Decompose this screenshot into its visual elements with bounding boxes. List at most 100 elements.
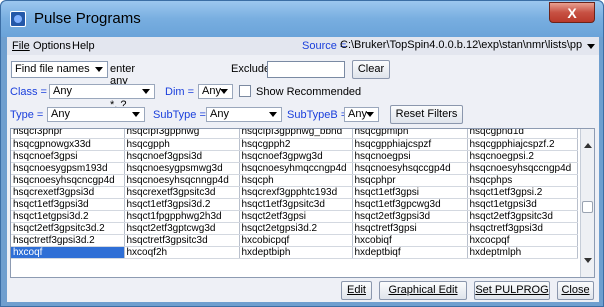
subtypeb-label: SubTypeB = — [287, 109, 348, 121]
table-row: hsqcrexetf3gpsi3d hsqcrexetf3gpsitc3d hsqc… — [11, 186, 578, 199]
table-row: hsqct2etf3gpsitc3d.2 hsqct2etf3gptcwg3d hs… — [11, 222, 578, 235]
chevron-down-icon — [220, 89, 228, 94]
subtype-label: SubType = — [153, 109, 206, 121]
pulse-program-cell[interactable]: hsqcnoesyhsqccngp4d — [467, 162, 578, 175]
show-recommended-checkbox[interactable] — [239, 85, 251, 97]
type-select[interactable]: Any — [47, 107, 145, 122]
chevron-down-icon — [95, 67, 103, 72]
scroll-up-icon[interactable] — [584, 143, 592, 148]
menu-options[interactable]: Options — [33, 40, 71, 52]
pulse-program-cell[interactable]: hsqcrexetf3gpsitc3d — [124, 186, 240, 199]
chevron-down-icon — [132, 112, 140, 117]
source-dropdown[interactable]: C:\Bruker\TopSpin4.0.0.b.12\exp\stan\nmr… — [340, 39, 597, 53]
class-select[interactable]: Any — [49, 84, 155, 99]
pulse-program-cell[interactable]: hsqct1fpgpphwg2h3d — [124, 210, 240, 223]
pulse-program-cell[interactable]: hsqct1etf3gpcwg3d — [352, 198, 468, 211]
pulse-program-cell[interactable]: hxcocpqf — [467, 234, 578, 247]
pulse-program-cell[interactable]: hsqcnoef3gpsi3d — [124, 150, 240, 163]
pulse-program-cell[interactable]: hsqcrexf3gpphtc193d — [239, 186, 353, 199]
class-value: Any — [53, 85, 72, 97]
pulse-programs-window: Pulse Programs X File Options Help Sourc… — [0, 0, 604, 307]
find-mode-dropdown[interactable]: Find file names — [11, 61, 108, 78]
pulse-program-cell[interactable]: hsqcnoesyhmqccngp4d — [239, 162, 353, 175]
reset-filters-button[interactable]: Reset Filters — [390, 105, 463, 124]
type-label: Type = — [10, 109, 44, 121]
pulse-program-cell[interactable]: hsqct2etgpsi3d.2 — [239, 222, 353, 235]
pulse-program-cell[interactable]: hsqcnoegpsi.2 — [467, 150, 578, 163]
set-pulprog-button[interactable]: Set PULPROG — [474, 281, 550, 300]
pulse-program-cell[interactable]: hsqct1etgpsi3d.2 — [11, 210, 125, 223]
pulse-program-cell[interactable]: hsqcfpf3gpphwg — [124, 129, 240, 139]
pulse-program-cell[interactable]: hsqcnoef3gpsi — [11, 150, 125, 163]
pulse-program-cell[interactable]: hsqcgpnowgx33d — [11, 138, 125, 151]
pulse-program-cell[interactable]: hsqcf3phpr — [11, 129, 125, 139]
edit-button[interactable]: Edit — [341, 281, 372, 300]
pulse-program-cell[interactable]: hxcoqf2h — [124, 246, 240, 259]
pulse-program-cell[interactable]: hxdeptmlph — [467, 246, 578, 259]
menu-bar: File Options Help Source = C:\Bruker\Top… — [7, 37, 599, 55]
pulse-program-cell[interactable]: hsqct2etf3gpsitc3d.2 — [11, 222, 125, 235]
graphical-edit-button[interactable]: Graphical Edit — [379, 281, 467, 300]
menu-file[interactable]: File — [12, 40, 30, 52]
menu-help[interactable]: Help — [72, 40, 95, 52]
pulse-program-cell[interactable]: hxdeptbiqf — [352, 246, 468, 259]
pulse-program-cell[interactable]: hsqcnoef3gpwg3d — [239, 150, 353, 163]
pulse-program-cell[interactable]: hxdeptbiph — [239, 246, 353, 259]
pulse-program-cell[interactable]: hsqct1etgpsi3d — [467, 198, 578, 211]
pulse-program-cell[interactable]: hsqct2etf3gpsi — [239, 210, 353, 223]
pulse-program-cell[interactable]: hsqcnoegpsi — [352, 150, 468, 163]
scroll-down-icon[interactable] — [584, 258, 592, 263]
close-icon: X — [567, 5, 577, 21]
action-bar: Edit Graphical Edit Set PULPROG Close — [7, 280, 599, 302]
pulse-program-cell[interactable]: hsqcgpnd1d — [467, 129, 578, 139]
pulse-program-cell[interactable]: hxcobicpqf — [239, 234, 353, 247]
pulse-program-cell[interactable]: hsqctretf3gpsi3d — [467, 222, 578, 235]
dim-label: Dim = — [165, 86, 195, 98]
pulse-program-cell[interactable]: hsqct1etf3gpsi3d — [11, 198, 125, 211]
pulse-program-cell[interactable]: hsqcnoesyhsqcnngp4d — [124, 174, 240, 187]
pulse-program-cell[interactable]: hsqct1etf3gpsitc3d — [239, 198, 353, 211]
dim-select[interactable]: Any — [198, 84, 233, 99]
pulse-program-cell[interactable]: hsqcgpmlph — [352, 129, 468, 139]
pulse-program-cell[interactable]: hsqcnoesyhsqcncgp4d — [11, 174, 125, 187]
subtypeb-select[interactable]: Any — [344, 107, 379, 122]
table-row: hxcoqf hxcoqf2h hxdeptbiph hxdeptbiqf hxdept… — [11, 246, 578, 259]
pulse-program-cell[interactable]: hsqcgpphiajcspzf — [352, 138, 468, 151]
scroll-thumb[interactable] — [582, 201, 593, 213]
pulse-program-cell[interactable]: hsqct2etf3gptcwg3d — [124, 222, 240, 235]
pulse-program-cell[interactable]: hsqcgpphiajcspzf.2 — [467, 138, 578, 151]
pulse-program-cell[interactable]: hsqctretf3gpsi3d.2 — [11, 234, 125, 247]
pulse-program-cell[interactable]: hsqcphpr — [352, 174, 468, 187]
title-bar[interactable]: Pulse Programs X — [1, 1, 603, 37]
exclude-input[interactable] — [267, 61, 345, 78]
type-value: Any — [51, 108, 70, 120]
pulse-program-cell[interactable]: hsqct1etf3gpsi.2 — [467, 186, 578, 199]
pulse-program-cell[interactable]: hxcoqf — [11, 246, 125, 259]
pulse-program-cell[interactable]: hsqct2etf3gpsi3d — [352, 210, 468, 223]
close-button[interactable]: Close — [557, 281, 594, 300]
pulse-program-cell[interactable]: hsqcgpph — [124, 138, 240, 151]
pulse-program-cell[interactable]: hsqcgpph2 — [239, 138, 353, 151]
pulse-program-cell[interactable]: hsqcph — [239, 174, 353, 187]
vertical-scrollbar[interactable] — [580, 129, 594, 277]
window-title: Pulse Programs — [34, 10, 141, 27]
subtype-value: Any — [210, 108, 229, 120]
pulse-program-cell[interactable]: hsqct1etf3gpsi3d.2 — [124, 198, 240, 211]
pulse-program-cell[interactable]: hsqct2etf3gpsitc3d — [467, 210, 578, 223]
pulse-program-grid: hsqcf3phpr hsqcfpf3gpphwg hsqcfpf3gpphwg_b… — [10, 128, 595, 278]
pulse-program-cell[interactable]: hsqcnoesyhsqccgp4d — [352, 162, 468, 175]
close-window-button[interactable]: X — [549, 2, 595, 23]
pulse-program-cell[interactable]: hxcobiqf — [352, 234, 468, 247]
table-row: hsqcgpnowgx33d hsqcgpph hsqcgpph2 hsqcgpphi… — [11, 138, 578, 151]
pulse-program-cell[interactable]: hsqcfpf3gpphwg_bbhd — [239, 129, 353, 139]
chevron-down-icon — [269, 112, 277, 117]
pulse-program-cell[interactable]: hsqctretf3gpsitc3d — [124, 234, 240, 247]
pulse-program-cell[interactable]: hsqct1etf3gpsi — [352, 186, 468, 199]
pulse-program-cell[interactable]: hsqcphps — [467, 174, 578, 187]
pulse-program-cell[interactable]: hsqcrexetf3gpsi3d — [11, 186, 125, 199]
pulse-program-cell[interactable]: hsqctretf3gpsi — [352, 222, 468, 235]
pulse-program-cell[interactable]: hsqcnoesygpsm193d — [11, 162, 125, 175]
clear-button[interactable]: Clear — [352, 60, 390, 79]
pulse-program-cell[interactable]: hsqcnoesygpsmwg3d — [124, 162, 240, 175]
subtype-select[interactable]: Any — [206, 107, 282, 122]
